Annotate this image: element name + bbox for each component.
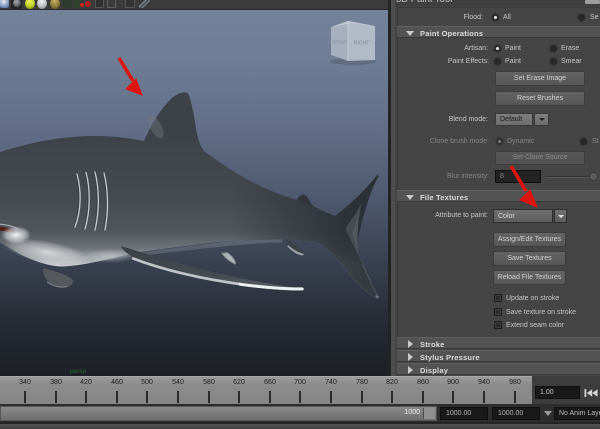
svg-text:FRONT: FRONT bbox=[333, 40, 348, 45]
svg-text:persp: persp bbox=[70, 368, 87, 375]
svg-text:RIGHT: RIGHT bbox=[354, 41, 370, 47]
